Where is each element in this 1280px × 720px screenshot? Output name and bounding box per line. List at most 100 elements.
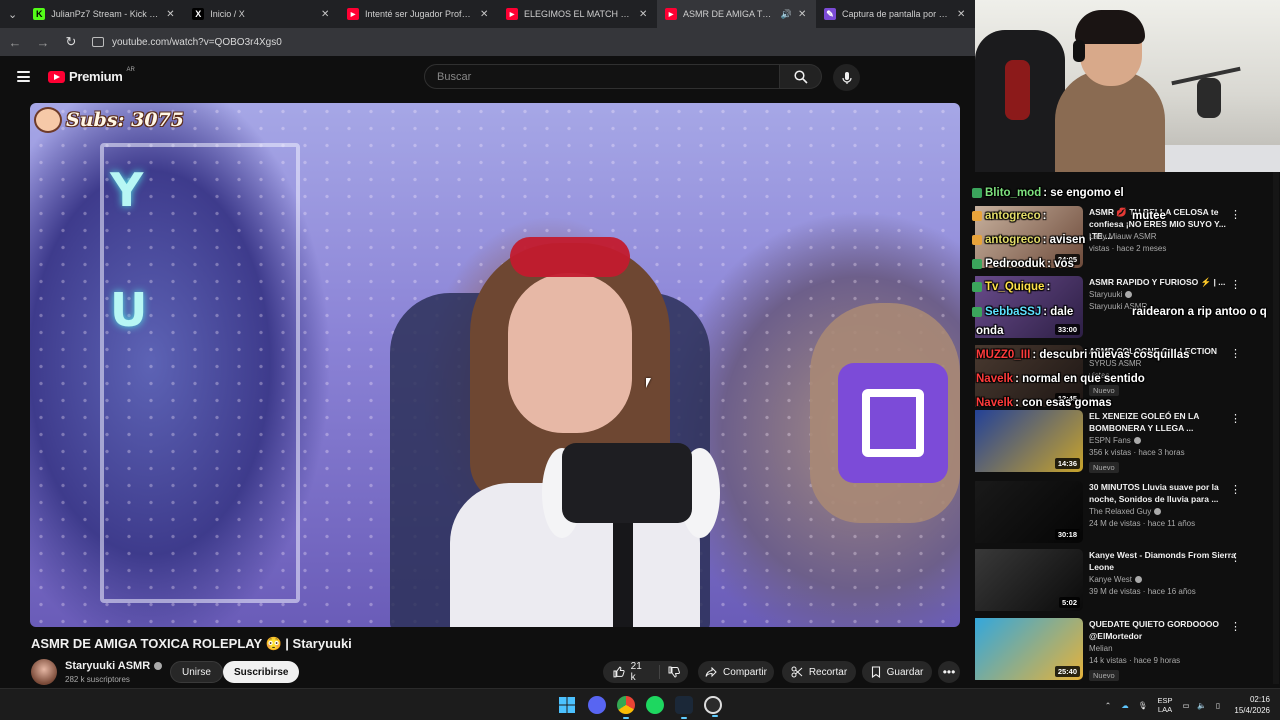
- streamer-hair: [1075, 10, 1145, 44]
- speaker-icon[interactable]: 🔊: [781, 9, 792, 20]
- reload-icon[interactable]: ↻: [64, 34, 78, 50]
- recommendation-item[interactable]: 14:36 EL XENEIZE GOLEÓ EN LA BOMBONERA Y …: [975, 410, 1265, 474]
- video-thumbnail[interactable]: 30:18: [975, 481, 1083, 543]
- chat-badge-icon: [972, 306, 982, 317]
- recommendation-item[interactable]: 25:40 QUEDATE QUIETO GORDOOOO @ElMortedor…: [975, 618, 1265, 682]
- save-button[interactable]: Guardar: [862, 661, 932, 683]
- webcam-overlay: [975, 0, 1280, 172]
- windows-start-icon[interactable]: [558, 696, 576, 714]
- close-tab-icon[interactable]: ✕: [166, 9, 176, 20]
- tab-search-menu-icon[interactable]: ⌄: [0, 0, 25, 28]
- recommendation-meta: 24 M de vistas · hace 11 años: [1089, 519, 1196, 528]
- chat-message: Blito_mod: se engomo el: [972, 187, 1124, 199]
- dislike-button[interactable]: [660, 666, 688, 678]
- language-indicator[interactable]: ESP LAA: [1152, 696, 1178, 714]
- channel-name-text: The Relaxed Guy: [1089, 507, 1152, 516]
- tray-mic-icon[interactable]: 🎙: [1134, 701, 1152, 710]
- recommendation-meta: 39 M de vistas · hace 16 años: [1089, 587, 1196, 596]
- more-options-icon[interactable]: ⋮: [1230, 551, 1241, 564]
- chevron-up-icon[interactable]: ⌃: [1100, 701, 1116, 710]
- region-label: AR: [126, 66, 135, 73]
- discord-icon[interactable]: [588, 696, 606, 714]
- close-tab-icon[interactable]: ✕: [639, 9, 649, 20]
- chat-text: onda: [976, 325, 1004, 337]
- youtube-icon: ▶: [665, 8, 677, 20]
- more-actions-button[interactable]: •••: [938, 661, 960, 683]
- volume-icon[interactable]: 🔈: [1194, 701, 1210, 710]
- site-info-icon[interactable]: [92, 37, 104, 47]
- verified-icon: [1134, 576, 1142, 584]
- subscriber-count: 282 k suscriptores: [65, 675, 130, 684]
- menu-icon[interactable]: [17, 71, 30, 82]
- channel-name[interactable]: Staryuuki ASMR: [65, 660, 163, 672]
- mic-stand: [613, 523, 633, 627]
- recommendation-title[interactable]: Kanye West - Diamonds From Sierra Leone: [1089, 549, 1239, 573]
- onedrive-icon[interactable]: ☁: [1116, 701, 1134, 710]
- channel-name-text[interactable]: Staryuuki ASMR: [65, 660, 150, 672]
- recommendation-item[interactable]: 30:18 30 MINUTOS Lluvia suave por la noch…: [975, 481, 1265, 545]
- youtube-logo[interactable]: Premium AR: [48, 66, 135, 84]
- close-tab-icon[interactable]: ✕: [480, 9, 490, 20]
- address-bar: ← → ↻ youtube.com/watch?v=QOBO3r4Xgs0: [0, 28, 975, 56]
- video-thumbnail[interactable]: 25:40: [975, 618, 1083, 680]
- more-options-icon[interactable]: ⋮: [1230, 620, 1241, 633]
- browser-tab[interactable]: X Inicio / X ✕: [184, 0, 339, 28]
- recommendation-item[interactable]: 5:02 Kanye West - Diamonds From Sierra Le…: [975, 549, 1265, 613]
- obs-icon[interactable]: [704, 696, 722, 717]
- video-player[interactable]: Y U Subs: 3075: [30, 103, 960, 627]
- browser-tab[interactable]: K JulianPz7 Stream - Kick Dashboard ✕: [25, 0, 184, 28]
- browser-tab[interactable]: ▶ Intenté ser Jugador Profesional ✕: [339, 0, 498, 28]
- browser-tab[interactable]: ▶ ELEGIMOS EL MATCH PERFECTO ✕: [498, 0, 657, 28]
- desk: [1165, 145, 1280, 172]
- steam-icon[interactable]: [675, 696, 693, 719]
- subscribe-button[interactable]: Suscribirse: [223, 661, 300, 683]
- subscribe-label: Suscribirse: [234, 666, 289, 678]
- battery-icon[interactable]: ▯: [1210, 701, 1226, 710]
- chat-username: Tv_Quique: [985, 281, 1045, 293]
- forward-icon[interactable]: →: [36, 35, 50, 50]
- close-tab-icon[interactable]: ✕: [798, 9, 808, 20]
- chat-text: :: [1042, 210, 1047, 222]
- video-thumbnail[interactable]: 14:36: [975, 410, 1083, 472]
- browser-tab-active[interactable]: ▶ ASMR DE AMIGA TOXICA R 🔊 ✕: [657, 0, 816, 28]
- youtube-icon: ▶: [506, 8, 518, 20]
- clock[interactable]: 02:16 15/4/2026: [1226, 694, 1270, 716]
- bookmark-icon: [871, 666, 880, 678]
- tab-label: ELEGIMOS EL MATCH PERFECTO: [524, 9, 633, 19]
- spotify-icon[interactable]: [646, 696, 664, 714]
- share-button[interactable]: Compartir: [698, 661, 774, 683]
- join-label: Unirse: [182, 666, 211, 678]
- video-thumbnail[interactable]: 5:02: [975, 549, 1083, 611]
- recommendation-title[interactable]: 30 MINUTOS Lluvia suave por la noche, So…: [1089, 481, 1239, 505]
- close-tab-icon[interactable]: ✕: [321, 9, 331, 20]
- thumbs-up-icon: [613, 666, 625, 678]
- chat-username: antogreco: [985, 210, 1041, 222]
- recommendation-channel: The Relaxed Guy: [1089, 507, 1162, 516]
- thumbs-down-icon: [668, 666, 680, 678]
- tab-label: ASMR DE AMIGA TOXICA R: [683, 9, 775, 19]
- like-button[interactable]: 21 k: [603, 661, 660, 683]
- share-icon: [705, 666, 717, 677]
- join-button[interactable]: Unirse: [170, 661, 223, 683]
- more-options-icon[interactable]: ⋮: [1230, 483, 1241, 496]
- chrome-icon[interactable]: [617, 696, 635, 719]
- channel-avatar[interactable]: [31, 659, 57, 685]
- like-dislike-group: 21 k: [603, 661, 688, 683]
- search-button[interactable]: [780, 64, 822, 89]
- video-duration: 30:18: [1054, 529, 1080, 540]
- microphone-icon: [841, 71, 852, 84]
- voice-search-button[interactable]: [833, 64, 860, 91]
- channel-name-text: Melian: [1089, 644, 1113, 653]
- tab-label: Intenté ser Jugador Profesional: [365, 9, 474, 19]
- recommendation-title[interactable]: QUEDATE QUIETO GORDOOOO @ElMortedor: [1089, 618, 1239, 642]
- recommendation-channel: ESPN Fans: [1089, 436, 1141, 445]
- browser-tab[interactable]: ✎ Captura de pantalla por Lightshot ✕: [816, 0, 975, 28]
- clip-button[interactable]: Recortar: [782, 661, 856, 683]
- back-icon[interactable]: ←: [8, 35, 22, 50]
- network-icon[interactable]: ▭: [1178, 701, 1194, 710]
- close-tab-icon[interactable]: ✕: [957, 9, 967, 20]
- url-text[interactable]: youtube.com/watch?v=QOBO3r4Xgs0: [112, 37, 282, 48]
- search-input[interactable]: Buscar: [424, 64, 780, 89]
- url-field[interactable]: youtube.com/watch?v=QOBO3r4Xgs0: [92, 37, 282, 48]
- search-icon: [793, 69, 808, 84]
